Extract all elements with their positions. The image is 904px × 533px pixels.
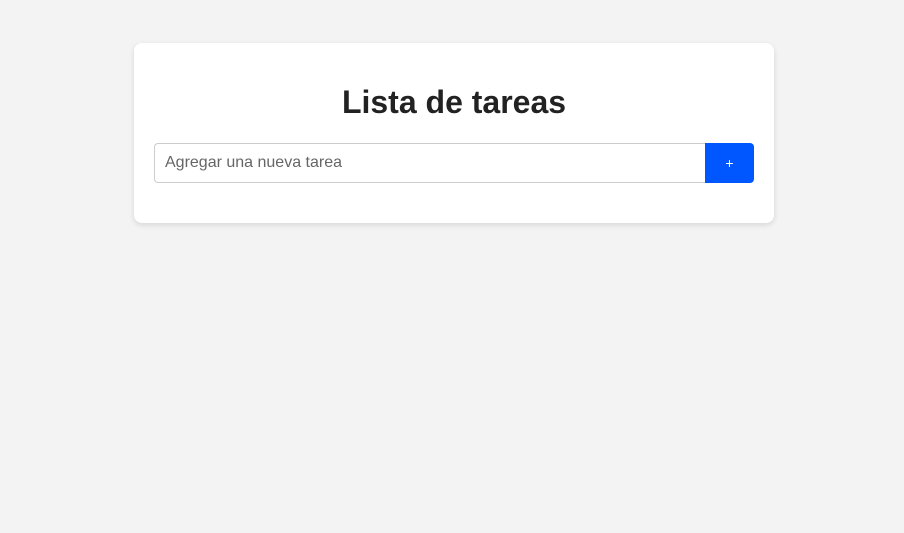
todo-card: Lista de tareas + (134, 43, 774, 223)
add-task-button[interactable]: + (705, 143, 754, 183)
page: Lista de tareas + (0, 0, 904, 533)
add-task-row: + (154, 143, 754, 183)
new-task-input[interactable] (154, 143, 705, 183)
page-title: Lista de tareas (341, 84, 567, 120)
